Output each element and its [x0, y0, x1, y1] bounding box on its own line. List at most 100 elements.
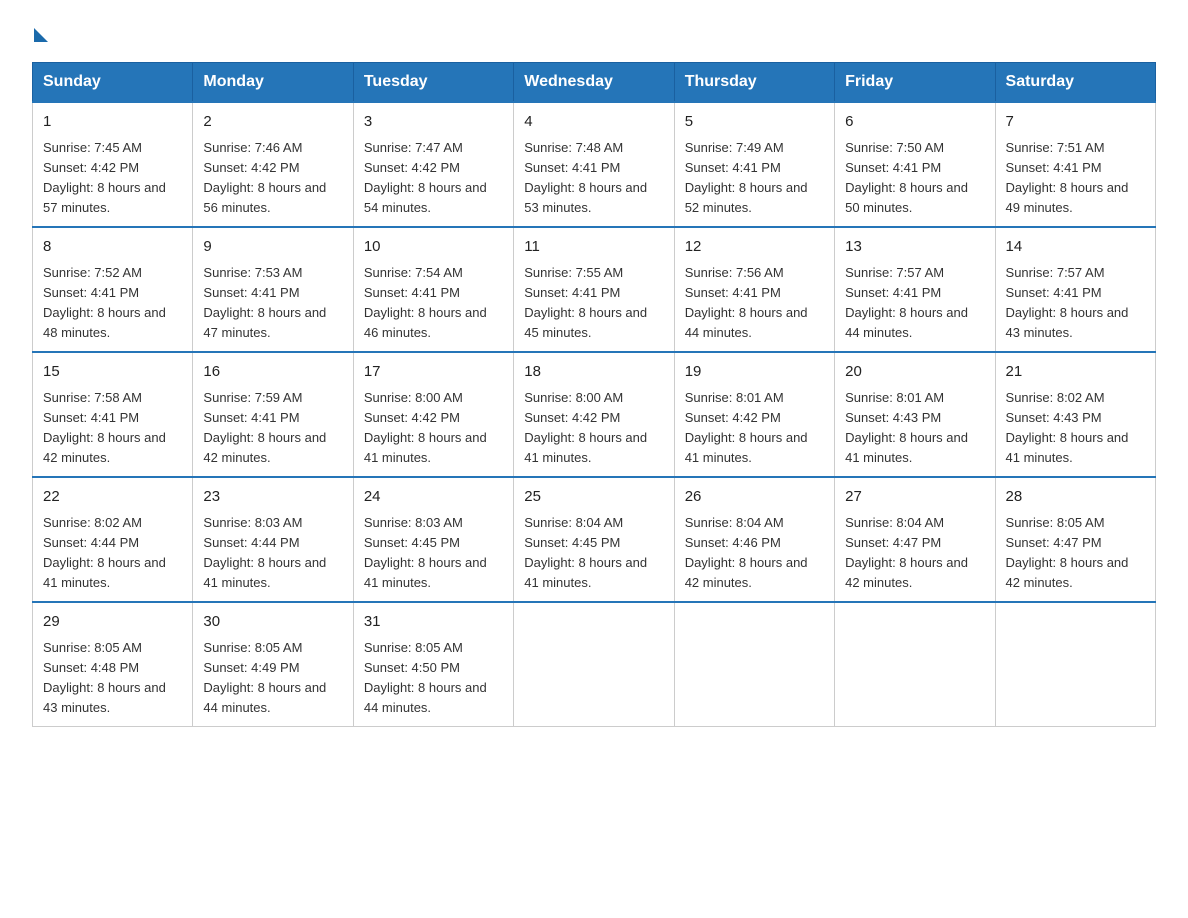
day-cell-15: 15 Sunrise: 7:58 AMSunset: 4:41 PMDaylig… [33, 352, 193, 477]
day-cell-19: 19 Sunrise: 8:01 AMSunset: 4:42 PMDaylig… [674, 352, 834, 477]
day-cell-6: 6 Sunrise: 7:50 AMSunset: 4:41 PMDayligh… [835, 102, 995, 227]
day-number: 6 [845, 111, 984, 134]
calendar-table: SundayMondayTuesdayWednesdayThursdayFrid… [32, 62, 1156, 727]
day-info: Sunrise: 8:01 AMSunset: 4:43 PMDaylight:… [845, 390, 968, 465]
day-info: Sunrise: 8:04 AMSunset: 4:46 PMDaylight:… [685, 515, 808, 590]
day-cell-17: 17 Sunrise: 8:00 AMSunset: 4:42 PMDaylig… [353, 352, 513, 477]
day-number: 4 [524, 111, 663, 134]
day-info: Sunrise: 8:05 AMSunset: 4:48 PMDaylight:… [43, 640, 166, 715]
empty-cell [995, 602, 1155, 727]
week-row-4: 22 Sunrise: 8:02 AMSunset: 4:44 PMDaylig… [33, 477, 1156, 602]
day-cell-26: 26 Sunrise: 8:04 AMSunset: 4:46 PMDaylig… [674, 477, 834, 602]
day-info: Sunrise: 8:03 AMSunset: 4:44 PMDaylight:… [203, 515, 326, 590]
day-cell-9: 9 Sunrise: 7:53 AMSunset: 4:41 PMDayligh… [193, 227, 353, 352]
day-cell-23: 23 Sunrise: 8:03 AMSunset: 4:44 PMDaylig… [193, 477, 353, 602]
day-info: Sunrise: 8:00 AMSunset: 4:42 PMDaylight:… [524, 390, 647, 465]
day-info: Sunrise: 7:53 AMSunset: 4:41 PMDaylight:… [203, 265, 326, 340]
day-cell-16: 16 Sunrise: 7:59 AMSunset: 4:41 PMDaylig… [193, 352, 353, 477]
logo [32, 24, 48, 42]
calendar-header-row: SundayMondayTuesdayWednesdayThursdayFrid… [33, 63, 1156, 103]
day-cell-18: 18 Sunrise: 8:00 AMSunset: 4:42 PMDaylig… [514, 352, 674, 477]
day-info: Sunrise: 7:57 AMSunset: 4:41 PMDaylight:… [1006, 265, 1129, 340]
day-cell-28: 28 Sunrise: 8:05 AMSunset: 4:47 PMDaylig… [995, 477, 1155, 602]
day-number: 26 [685, 486, 824, 509]
day-number: 19 [685, 361, 824, 384]
day-cell-13: 13 Sunrise: 7:57 AMSunset: 4:41 PMDaylig… [835, 227, 995, 352]
week-row-1: 1 Sunrise: 7:45 AMSunset: 4:42 PMDayligh… [33, 102, 1156, 227]
day-number: 29 [43, 611, 182, 634]
day-cell-1: 1 Sunrise: 7:45 AMSunset: 4:42 PMDayligh… [33, 102, 193, 227]
day-cell-20: 20 Sunrise: 8:01 AMSunset: 4:43 PMDaylig… [835, 352, 995, 477]
day-cell-11: 11 Sunrise: 7:55 AMSunset: 4:41 PMDaylig… [514, 227, 674, 352]
day-info: Sunrise: 7:47 AMSunset: 4:42 PMDaylight:… [364, 140, 487, 215]
day-number: 1 [43, 111, 182, 134]
day-info: Sunrise: 8:02 AMSunset: 4:44 PMDaylight:… [43, 515, 166, 590]
col-header-saturday: Saturday [995, 63, 1155, 103]
day-number: 15 [43, 361, 182, 384]
day-info: Sunrise: 8:03 AMSunset: 4:45 PMDaylight:… [364, 515, 487, 590]
day-number: 13 [845, 236, 984, 259]
col-header-tuesday: Tuesday [353, 63, 513, 103]
day-number: 22 [43, 486, 182, 509]
day-number: 23 [203, 486, 342, 509]
col-header-thursday: Thursday [674, 63, 834, 103]
day-info: Sunrise: 7:48 AMSunset: 4:41 PMDaylight:… [524, 140, 647, 215]
week-row-3: 15 Sunrise: 7:58 AMSunset: 4:41 PMDaylig… [33, 352, 1156, 477]
day-number: 31 [364, 611, 503, 634]
week-row-5: 29 Sunrise: 8:05 AMSunset: 4:48 PMDaylig… [33, 602, 1156, 727]
day-cell-4: 4 Sunrise: 7:48 AMSunset: 4:41 PMDayligh… [514, 102, 674, 227]
day-cell-14: 14 Sunrise: 7:57 AMSunset: 4:41 PMDaylig… [995, 227, 1155, 352]
day-info: Sunrise: 7:57 AMSunset: 4:41 PMDaylight:… [845, 265, 968, 340]
empty-cell [514, 602, 674, 727]
day-info: Sunrise: 7:55 AMSunset: 4:41 PMDaylight:… [524, 265, 647, 340]
col-header-friday: Friday [835, 63, 995, 103]
day-cell-30: 30 Sunrise: 8:05 AMSunset: 4:49 PMDaylig… [193, 602, 353, 727]
day-number: 25 [524, 486, 663, 509]
day-info: Sunrise: 7:51 AMSunset: 4:41 PMDaylight:… [1006, 140, 1129, 215]
day-info: Sunrise: 7:54 AMSunset: 4:41 PMDaylight:… [364, 265, 487, 340]
day-info: Sunrise: 8:05 AMSunset: 4:50 PMDaylight:… [364, 640, 487, 715]
page-header [32, 24, 1156, 42]
day-number: 7 [1006, 111, 1145, 134]
day-info: Sunrise: 8:05 AMSunset: 4:49 PMDaylight:… [203, 640, 326, 715]
day-info: Sunrise: 7:58 AMSunset: 4:41 PMDaylight:… [43, 390, 166, 465]
day-number: 28 [1006, 486, 1145, 509]
day-cell-3: 3 Sunrise: 7:47 AMSunset: 4:42 PMDayligh… [353, 102, 513, 227]
logo-triangle-icon [34, 28, 48, 42]
week-row-2: 8 Sunrise: 7:52 AMSunset: 4:41 PMDayligh… [33, 227, 1156, 352]
day-number: 18 [524, 361, 663, 384]
day-number: 9 [203, 236, 342, 259]
day-info: Sunrise: 8:02 AMSunset: 4:43 PMDaylight:… [1006, 390, 1129, 465]
day-cell-12: 12 Sunrise: 7:56 AMSunset: 4:41 PMDaylig… [674, 227, 834, 352]
day-cell-7: 7 Sunrise: 7:51 AMSunset: 4:41 PMDayligh… [995, 102, 1155, 227]
day-number: 24 [364, 486, 503, 509]
empty-cell [674, 602, 834, 727]
day-info: Sunrise: 7:52 AMSunset: 4:41 PMDaylight:… [43, 265, 166, 340]
day-info: Sunrise: 7:45 AMSunset: 4:42 PMDaylight:… [43, 140, 166, 215]
day-info: Sunrise: 8:04 AMSunset: 4:45 PMDaylight:… [524, 515, 647, 590]
day-cell-31: 31 Sunrise: 8:05 AMSunset: 4:50 PMDaylig… [353, 602, 513, 727]
day-cell-29: 29 Sunrise: 8:05 AMSunset: 4:48 PMDaylig… [33, 602, 193, 727]
day-cell-22: 22 Sunrise: 8:02 AMSunset: 4:44 PMDaylig… [33, 477, 193, 602]
day-cell-25: 25 Sunrise: 8:04 AMSunset: 4:45 PMDaylig… [514, 477, 674, 602]
day-number: 21 [1006, 361, 1145, 384]
day-number: 5 [685, 111, 824, 134]
day-number: 11 [524, 236, 663, 259]
day-info: Sunrise: 7:56 AMSunset: 4:41 PMDaylight:… [685, 265, 808, 340]
day-number: 2 [203, 111, 342, 134]
day-info: Sunrise: 8:05 AMSunset: 4:47 PMDaylight:… [1006, 515, 1129, 590]
day-number: 12 [685, 236, 824, 259]
day-cell-10: 10 Sunrise: 7:54 AMSunset: 4:41 PMDaylig… [353, 227, 513, 352]
day-number: 30 [203, 611, 342, 634]
day-cell-24: 24 Sunrise: 8:03 AMSunset: 4:45 PMDaylig… [353, 477, 513, 602]
day-info: Sunrise: 7:50 AMSunset: 4:41 PMDaylight:… [845, 140, 968, 215]
day-info: Sunrise: 7:49 AMSunset: 4:41 PMDaylight:… [685, 140, 808, 215]
day-number: 17 [364, 361, 503, 384]
day-number: 8 [43, 236, 182, 259]
day-info: Sunrise: 7:46 AMSunset: 4:42 PMDaylight:… [203, 140, 326, 215]
day-cell-21: 21 Sunrise: 8:02 AMSunset: 4:43 PMDaylig… [995, 352, 1155, 477]
day-number: 27 [845, 486, 984, 509]
day-number: 3 [364, 111, 503, 134]
day-cell-2: 2 Sunrise: 7:46 AMSunset: 4:42 PMDayligh… [193, 102, 353, 227]
col-header-monday: Monday [193, 63, 353, 103]
